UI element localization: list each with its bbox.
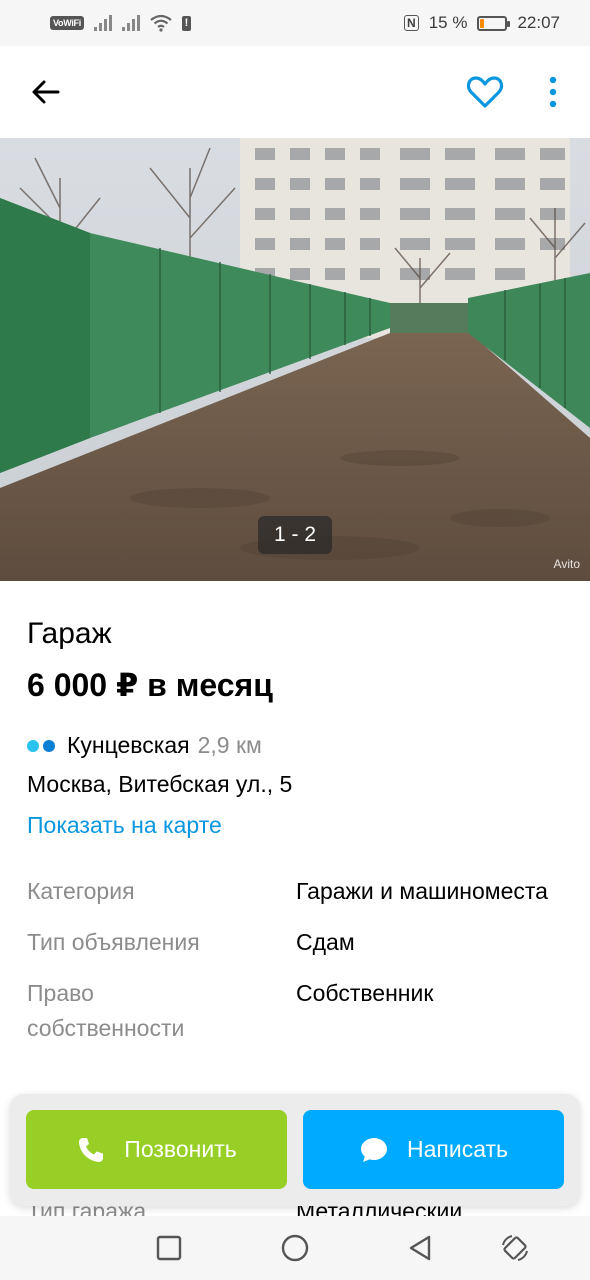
alert-icon: !	[181, 15, 191, 31]
param-value: Гаражи и машиноместа	[296, 878, 548, 904]
signal-icon-2	[121, 15, 140, 31]
show-on-map-link[interactable]: Показать на карте	[27, 812, 222, 839]
battery-icon	[477, 15, 511, 31]
listing-photo[interactable]: 1 - 2 Avito	[0, 138, 590, 581]
back-triangle-icon[interactable]	[405, 1233, 435, 1263]
chat-bubble-icon	[360, 1137, 387, 1162]
vowifi-badge: VoWiFi	[50, 16, 84, 30]
phone-icon	[79, 1137, 104, 1162]
garage-photo-image	[0, 138, 590, 581]
param-row: Тип объявления Сдам	[27, 925, 567, 960]
home-circle-icon[interactable]	[280, 1233, 310, 1263]
write-button[interactable]: Написать	[303, 1110, 564, 1189]
call-button[interactable]: Позвонить	[26, 1110, 287, 1189]
system-nav-bar	[0, 1216, 590, 1280]
param-row: Категория Гаражи и машиноместа	[27, 874, 567, 909]
metro-line-dot-1	[27, 739, 39, 752]
recents-square-icon[interactable]	[154, 1233, 184, 1263]
metro-info: Кунцевская 2,9 км	[27, 732, 262, 759]
param-key: Тип объявления	[27, 929, 200, 955]
battery-percent: 15 %	[428, 13, 468, 32]
metro-distance: 2,9 км	[197, 732, 262, 758]
status-left: VoWiFi !	[50, 14, 191, 32]
status-right: N 15 % 22:07	[404, 13, 560, 33]
param-key: Категория	[27, 878, 135, 904]
photo-counter: 1 - 2	[258, 516, 332, 554]
param-row: Право собственности Собственник	[27, 976, 567, 1046]
screen: VoWiFi ! N 15 % 22:07 1 - 2 Avito Гараж …	[0, 0, 590, 1280]
call-label: Позвонить	[124, 1136, 237, 1162]
rotate-icon[interactable]	[500, 1233, 530, 1263]
battery-level	[480, 18, 485, 28]
listing-title: Гараж	[27, 617, 112, 650]
avito-watermark: Avito	[553, 557, 580, 571]
arrow-left-icon[interactable]	[28, 74, 64, 110]
listing-price: 6 000 ₽ в месяц	[27, 667, 273, 703]
clock: 22:07	[517, 13, 560, 32]
more-vertical-icon[interactable]	[540, 74, 566, 110]
address: Москва, Витебская ул., 5	[27, 771, 293, 797]
param-value: Сдам	[296, 929, 355, 955]
status-bar: VoWiFi ! N 15 % 22:07	[0, 0, 590, 46]
param-key: Право собственности	[27, 980, 185, 1041]
wifi-icon	[150, 14, 172, 32]
nfc-icon: N	[404, 15, 419, 31]
param-value: Собственник	[296, 980, 434, 1006]
params-list: Категория Гаражи и машиноместа Тип объяв…	[27, 874, 567, 1062]
action-panel: Позвонить Написать	[10, 1094, 580, 1206]
write-label: Написать	[406, 1136, 508, 1162]
metro-station: Кунцевская	[67, 732, 190, 758]
metro-line-dot-2	[43, 739, 55, 752]
heart-outline-icon[interactable]	[466, 74, 504, 110]
signal-icon	[93, 15, 112, 31]
app-bar	[0, 46, 590, 138]
